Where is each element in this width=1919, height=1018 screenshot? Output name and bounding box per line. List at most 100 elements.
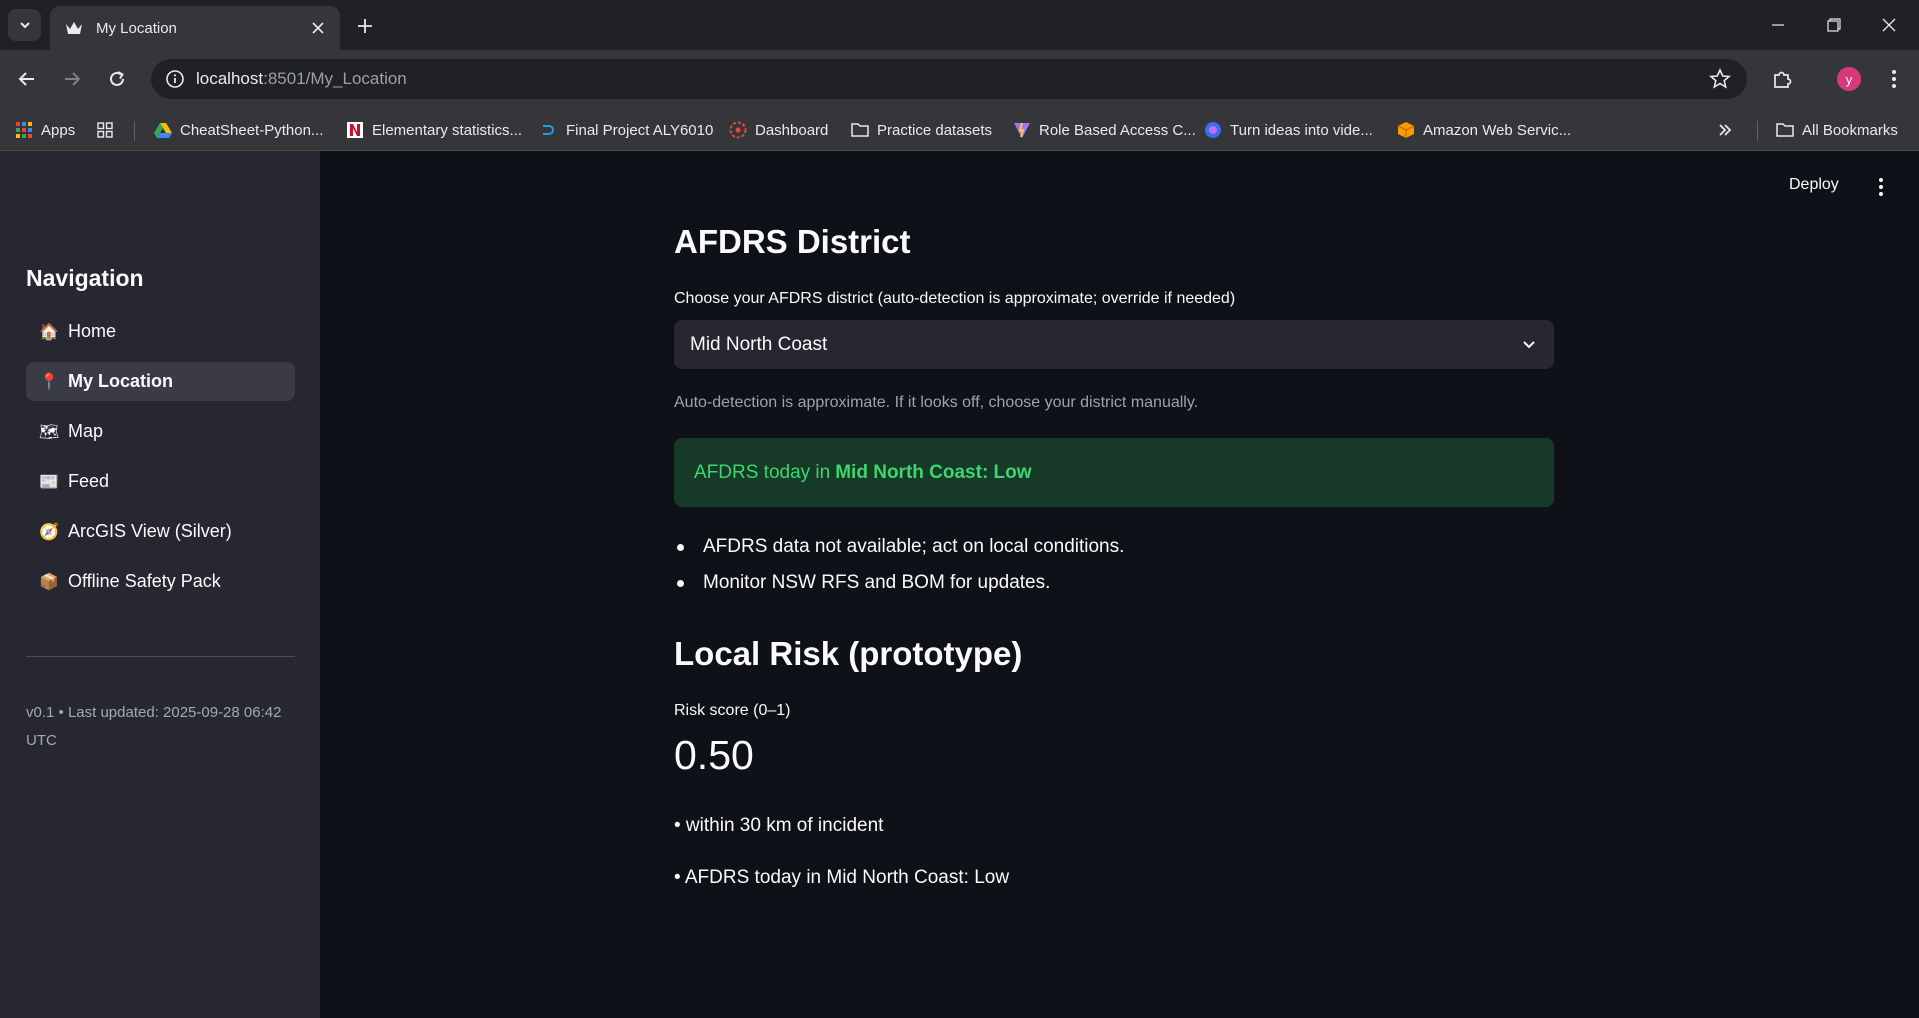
new-tab-button[interactable] xyxy=(352,13,378,39)
metric-label: Risk score (0–1) xyxy=(674,702,791,719)
bookmark-elementary-statistics[interactable]: Elementary statistics... xyxy=(346,116,522,144)
bookmark-dashboard[interactable]: Dashboard xyxy=(729,116,828,144)
bookmarks-bar: Apps CheatSheet-Python... Elementary sta… xyxy=(0,108,1919,151)
folder-icon xyxy=(851,121,869,139)
sidebar-item-label: Feed xyxy=(68,471,110,491)
all-bookmarks-label: All Bookmarks xyxy=(1802,121,1898,139)
browser-menu-button[interactable] xyxy=(1879,64,1909,94)
vite-icon xyxy=(1013,121,1031,139)
select-value: Mid North Coast xyxy=(690,333,828,355)
sidebar-item-label: ArcGIS View (Silver) xyxy=(68,521,232,541)
browser-tabstrip: My Location xyxy=(0,0,1919,50)
bookmark-separator xyxy=(1757,121,1758,141)
compass-icon: 🧭 xyxy=(39,523,59,541)
risk-note: • AFDRS today in Mid North Coast: Low xyxy=(674,867,1010,888)
auto-detection-caption: Auto-detection is approximate. If it loo… xyxy=(674,394,1199,411)
more-vertical-icon xyxy=(1879,178,1883,196)
sidebar-divider xyxy=(26,656,295,657)
sidebar-title: Navigation xyxy=(26,265,144,291)
sidebar-item-feed[interactable]: 📰 Feed xyxy=(26,462,295,501)
restore-button[interactable] xyxy=(1819,10,1849,40)
window-close-button[interactable] xyxy=(1874,10,1904,40)
folder-icon xyxy=(1776,121,1794,139)
bookmarks-overflow-button[interactable] xyxy=(1718,116,1732,144)
video-ai-icon xyxy=(1204,121,1222,139)
section-title-afdrs-district: AFDRS District xyxy=(674,223,911,260)
afdrs-success-alert: AFDRS today in Mid North Coast: Low xyxy=(674,438,1554,507)
profile-button[interactable]: y xyxy=(1834,64,1864,94)
sidebar-item-arcgis-view[interactable]: 🧭 ArcGIS View (Silver) xyxy=(26,512,295,551)
all-bookmarks-button[interactable]: All Bookmarks xyxy=(1776,116,1898,144)
sidebar-item-label: My Location xyxy=(68,371,174,391)
pin-icon: 📍 xyxy=(39,373,59,391)
bookmark-apps[interactable]: Apps xyxy=(15,116,75,144)
minimize-button[interactable] xyxy=(1763,10,1793,40)
d-logo-icon xyxy=(540,121,558,139)
bookmark-aws[interactable]: Amazon Web Servic... xyxy=(1397,116,1571,144)
reload-button[interactable] xyxy=(102,64,132,94)
bookmark-tab-groups[interactable] xyxy=(96,116,122,144)
list-item: Monitor NSW RFS and BOM for updates. xyxy=(674,569,1124,605)
close-icon xyxy=(1882,18,1896,32)
chevron-down-icon xyxy=(1523,341,1535,349)
browser-toolbar: localhost:8501/My_Location y xyxy=(0,50,1919,108)
bookmark-final-project[interactable]: Final Project ALY6010 xyxy=(540,116,713,144)
app-menu-button[interactable] xyxy=(1870,174,1892,200)
bookmark-label: CheatSheet-Python... xyxy=(180,121,324,139)
tab-search-button[interactable] xyxy=(8,9,41,41)
house-icon: 🏠 xyxy=(39,323,59,341)
select-label: Choose your AFDRS district (auto-detecti… xyxy=(674,290,1236,307)
dashboard-icon xyxy=(729,121,747,139)
back-button[interactable] xyxy=(12,64,42,94)
extensions-button[interactable] xyxy=(1767,64,1797,94)
sidebar-item-map[interactable]: 🗺 Map xyxy=(26,412,295,451)
district-select[interactable]: Mid North Coast xyxy=(674,320,1554,369)
sidebar-item-label: Map xyxy=(68,421,104,441)
alert-strong: Mid North Coast: Low xyxy=(835,461,1032,483)
section-title-local-risk: Local Risk (prototype) xyxy=(674,635,1023,672)
arrow-left-icon xyxy=(18,72,34,86)
bookmark-cheatsheet[interactable]: CheatSheet-Python... xyxy=(154,116,323,144)
puzzle-icon xyxy=(1774,71,1792,88)
sidebar-item-home[interactable]: 🏠 Home xyxy=(26,312,295,351)
risk-note: • within 30 km of incident xyxy=(674,815,884,836)
sidebar-item-label: Home xyxy=(68,321,117,341)
sidebar-item-my-location[interactable]: 📍 My Location xyxy=(26,362,295,401)
sidebar-item-label: Offline Safety Pack xyxy=(68,571,221,591)
bookmark-label: Practice datasets xyxy=(877,121,993,139)
version-caption: v0.1 • Last updated: 2025-09-28 06:42 UT… xyxy=(26,704,282,749)
reload-icon xyxy=(110,71,124,86)
list-item: AFDRS data not available; act on local c… xyxy=(674,533,1124,569)
tab-title: My Location xyxy=(96,19,177,37)
deploy-button[interactable]: Deploy xyxy=(1789,176,1839,194)
plus-icon xyxy=(358,19,372,33)
apps-grid-icon xyxy=(15,121,33,139)
bookmark-star-icon[interactable] xyxy=(1709,68,1731,90)
address-bar[interactable]: localhost:8501/My_Location xyxy=(151,59,1747,99)
streamlit-crown-icon xyxy=(64,18,84,38)
site-info-icon[interactable] xyxy=(165,69,185,89)
package-icon: 📦 xyxy=(39,573,59,591)
avatar: y xyxy=(1837,67,1861,91)
bookmark-turn-ideas[interactable]: Turn ideas into vide... xyxy=(1204,116,1373,144)
more-vertical-icon xyxy=(1892,70,1896,88)
tab-groups-icon xyxy=(96,121,114,139)
restore-icon xyxy=(1827,18,1841,32)
bookmark-label: Turn ideas into vide... xyxy=(1230,121,1373,139)
forward-button[interactable] xyxy=(57,64,87,94)
minimize-icon xyxy=(1772,24,1784,26)
sidebar-item-offline-safety-pack[interactable]: 📦 Offline Safety Pack xyxy=(26,562,295,601)
close-icon[interactable] xyxy=(308,18,328,38)
bookmark-label: Apps xyxy=(41,121,76,139)
advice-list: AFDRS data not available; act on local c… xyxy=(674,533,1124,605)
alert-prefix: AFDRS today in xyxy=(694,461,831,483)
browser-tab-active[interactable]: My Location xyxy=(50,6,340,50)
bookmark-label: Role Based Access C... xyxy=(1039,121,1196,139)
bookmark-practice-datasets[interactable]: Practice datasets xyxy=(851,116,992,144)
bookmark-label: Dashboard xyxy=(755,121,829,139)
bookmark-role-based-access[interactable]: Role Based Access C... xyxy=(1013,116,1196,144)
url-path: :8501/My_Location xyxy=(263,69,407,88)
sidebar: Navigation 🏠 Home 📍 My Location 🗺 Map 📰 … xyxy=(0,151,320,1018)
google-drive-icon xyxy=(154,121,172,139)
risk-score-value: 0.50 xyxy=(674,732,754,778)
